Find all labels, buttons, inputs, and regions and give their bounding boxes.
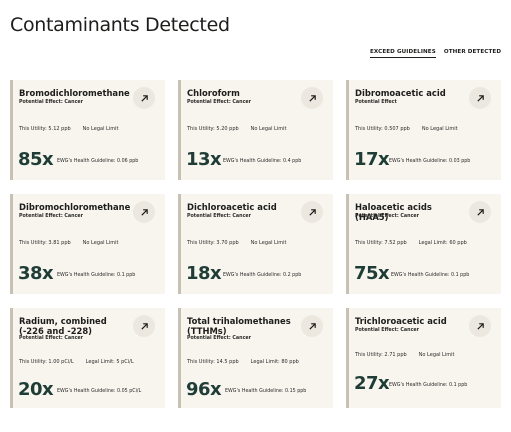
contaminant-card[interactable]: Dichloroacetic acid Potential Effect: Ca… xyxy=(178,194,333,294)
arrow-up-right-icon xyxy=(140,322,148,330)
guideline-multiplier: 85x xyxy=(18,149,54,170)
contaminant-name: Haloacetic acids (HAA5) xyxy=(355,202,432,222)
tab-exceed-guidelines[interactable]: EXCEED GUIDELINES xyxy=(370,49,436,58)
contaminant-card[interactable]: Total trihalomethanes (TTHMs) Potential … xyxy=(178,308,333,408)
utility-level: This Utility: 1.00 pCi/L xyxy=(19,359,74,365)
contaminant-name: Chloroform xyxy=(187,88,240,98)
utility-level: This Utility: 14.5 ppb xyxy=(187,359,239,365)
open-details-button[interactable] xyxy=(133,87,155,109)
arrow-up-right-icon xyxy=(308,322,316,330)
contaminant-card[interactable]: Chloroform Potential Effect: Cancer This… xyxy=(178,80,333,180)
contaminant-card[interactable]: Dibromochloromethane Potential Effect: C… xyxy=(10,194,165,294)
open-details-button[interactable] xyxy=(133,315,155,337)
guideline-multiplier: 17x xyxy=(354,149,390,170)
guideline-multiplier: 18x xyxy=(186,263,222,284)
utility-level: This Utility: 0.507 ppb xyxy=(355,126,410,132)
contaminant-card[interactable]: Bromodichloromethane Potential Effect: C… xyxy=(10,80,165,180)
open-details-button[interactable] xyxy=(301,87,323,109)
arrow-up-right-icon xyxy=(476,208,484,216)
legal-limit: No Legal Limit xyxy=(250,126,287,132)
potential-effect: Potential Effect xyxy=(355,100,397,105)
open-details-button[interactable] xyxy=(133,201,155,223)
open-details-button[interactable] xyxy=(301,201,323,223)
levels-row: This Utility: 3.81 ppb No Legal Limit xyxy=(19,240,118,246)
health-guideline: EWG's Health Guideline: 0.1 ppb xyxy=(389,383,468,388)
contaminant-name: Radium, combined (-226 and -228) xyxy=(19,316,107,336)
levels-row: This Utility: 5.20 ppb No Legal Limit xyxy=(187,126,286,132)
guideline-multiplier: 27x xyxy=(354,373,390,394)
health-guideline: EWG's Health Guideline: 0.2 ppb xyxy=(223,273,302,278)
utility-level: This Utility: 3.81 ppb xyxy=(19,240,71,246)
potential-effect: Potential Effect: Cancer xyxy=(19,336,84,341)
levels-row: This Utility: 7.52 ppb Legal Limit: 60 p… xyxy=(355,240,467,246)
health-guideline: EWG's Health Guideline: 0.1 ppb xyxy=(391,273,470,278)
arrow-up-right-icon xyxy=(140,94,148,102)
legal-limit: No Legal Limit xyxy=(250,240,287,246)
tab-other-detected[interactable]: OTHER DETECTED xyxy=(444,49,501,58)
utility-level: This Utility: 5.20 ppb xyxy=(187,126,239,132)
levels-row: This Utility: 5.12 ppb No Legal Limit xyxy=(19,126,118,132)
legal-limit: No Legal Limit xyxy=(82,126,119,132)
contaminant-card[interactable]: Dibromoacetic acid Potential Effect This… xyxy=(346,80,501,180)
health-guideline: EWG's Health Guideline: 0.15 ppb xyxy=(225,389,307,394)
legal-limit: Legal Limit: 60 ppb xyxy=(418,240,467,246)
open-details-button[interactable] xyxy=(469,87,491,109)
utility-level: This Utility: 7.52 ppb xyxy=(355,240,407,246)
potential-effect: Potential Effect: Cancer xyxy=(187,336,252,341)
utility-level: This Utility: 5.12 ppb xyxy=(19,126,71,132)
arrow-up-right-icon xyxy=(308,208,316,216)
legal-limit: No Legal Limit xyxy=(418,352,455,358)
legal-limit: Legal Limit: 80 ppb xyxy=(250,359,299,365)
arrow-up-right-icon xyxy=(476,94,484,102)
guideline-multiplier: 96x xyxy=(186,379,222,400)
contaminant-name: Dibromoacetic acid xyxy=(355,88,446,98)
page-title: Contaminants Detected xyxy=(10,14,230,36)
contaminant-card[interactable]: Radium, combined (-226 and -228) Potenti… xyxy=(10,308,165,408)
guideline-multiplier: 75x xyxy=(354,263,390,284)
levels-row: This Utility: 3.70 ppb No Legal Limit xyxy=(187,240,286,246)
health-guideline: EWG's Health Guideline: 0.4 ppb xyxy=(223,159,302,164)
open-details-button[interactable] xyxy=(469,201,491,223)
contaminant-tabs: EXCEED GUIDELINES OTHER DETECTED xyxy=(370,49,501,58)
potential-effect: Potential Effect: Cancer xyxy=(19,214,84,219)
legal-limit: Legal Limit: 5 pCi/L xyxy=(85,359,134,365)
arrow-up-right-icon xyxy=(476,322,484,330)
utility-level: This Utility: 2.71 ppb xyxy=(355,352,407,358)
legal-limit: No Legal Limit xyxy=(82,240,119,246)
health-guideline: EWG's Health Guideline: 0.03 ppb xyxy=(389,159,471,164)
open-details-button[interactable] xyxy=(469,315,491,337)
health-guideline: EWG's Health Guideline: 0.1 ppb xyxy=(57,273,136,278)
contaminant-card[interactable]: Trichloroacetic acid Potential Effect: C… xyxy=(346,308,501,408)
guideline-multiplier: 38x xyxy=(18,263,54,284)
levels-row: This Utility: 1.00 pCi/L Legal Limit: 5 … xyxy=(19,359,134,365)
potential-effect: Potential Effect: Cancer xyxy=(355,328,420,333)
potential-effect: Potential Effect: Cancer xyxy=(187,214,252,219)
arrow-up-right-icon xyxy=(140,208,148,216)
contaminant-card[interactable]: Haloacetic acids (HAA5) Potential Effect… xyxy=(346,194,501,294)
arrow-up-right-icon xyxy=(308,94,316,102)
potential-effect: Potential Effect: Cancer xyxy=(19,100,84,105)
contaminant-grid: Bromodichloromethane Potential Effect: C… xyxy=(10,80,501,410)
legal-limit: No Legal Limit xyxy=(421,126,458,132)
levels-row: This Utility: 0.507 ppb No Legal Limit xyxy=(355,126,458,132)
health-guideline: EWG's Health Guideline: 0.05 pCi/L xyxy=(57,389,142,394)
contaminant-name: Total trihalomethanes (TTHMs) xyxy=(187,316,291,336)
contaminant-name: Dichloroacetic acid xyxy=(187,202,277,212)
contaminant-name: Trichloroacetic acid xyxy=(355,316,447,326)
contaminant-name: Bromodichloromethane xyxy=(19,88,130,98)
levels-row: This Utility: 14.5 ppb Legal Limit: 80 p… xyxy=(187,359,299,365)
contaminant-name: Dibromochloromethane xyxy=(19,202,131,212)
guideline-multiplier: 20x xyxy=(18,379,54,400)
potential-effect: Potential Effect: Cancer xyxy=(187,100,252,105)
potential-effect: Potential Effect: Cancer xyxy=(355,214,420,219)
open-details-button[interactable] xyxy=(301,315,323,337)
utility-level: This Utility: 3.70 ppb xyxy=(187,240,239,246)
health-guideline: EWG's Health Guideline: 0.06 ppb xyxy=(57,159,139,164)
levels-row: This Utility: 2.71 ppb No Legal Limit xyxy=(355,352,454,358)
guideline-multiplier: 13x xyxy=(186,149,222,170)
